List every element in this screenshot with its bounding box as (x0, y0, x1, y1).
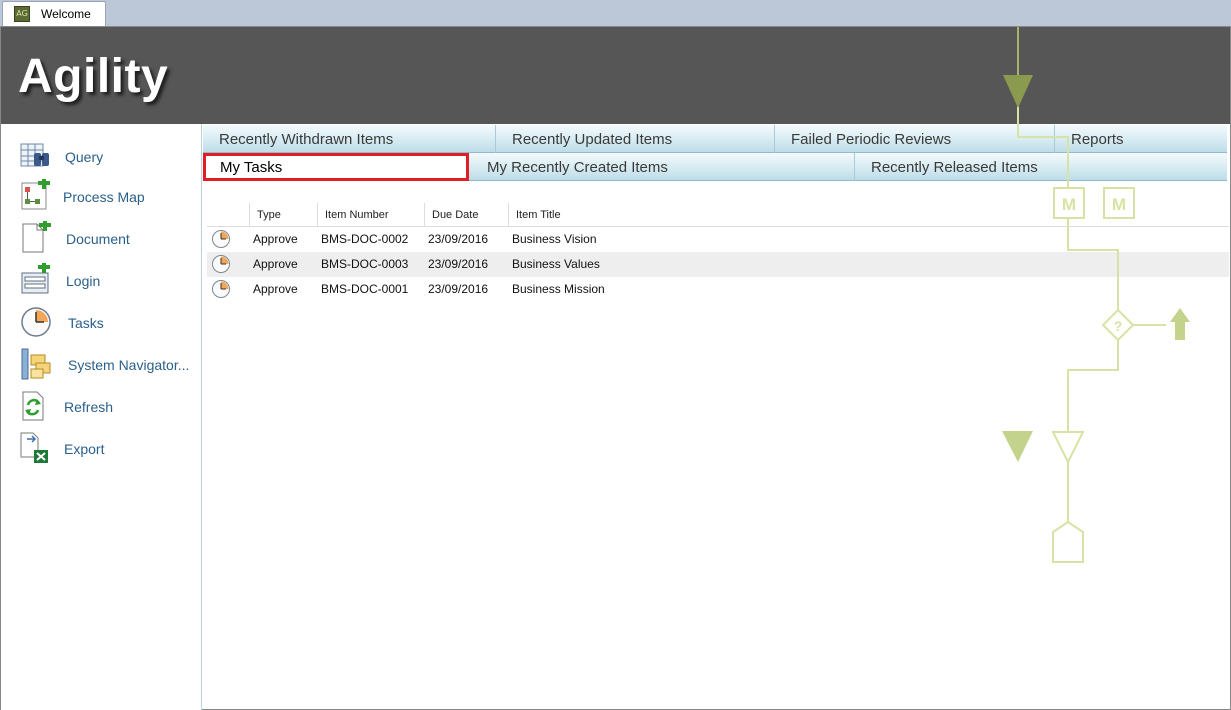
cell-type: Approve (253, 257, 298, 271)
login-icon (21, 263, 50, 294)
clock-icon (212, 280, 230, 298)
welcome-tab-label: Welcome (41, 7, 91, 21)
sidebar-item-label: Tasks (68, 315, 104, 331)
cell-item-number: BMS-DOC-0003 (321, 257, 409, 271)
sidebar-item-process-map[interactable]: Process Map (19, 179, 197, 213)
sidebar-item-system-navigator[interactable]: System Navigator... (19, 347, 197, 381)
export-excel-icon (20, 432, 48, 463)
sidebar-item-login[interactable]: Login (19, 263, 197, 297)
header-banner: Agility (1, 27, 1230, 124)
cell-due-date: 23/09/2016 (428, 257, 489, 271)
sidebar-item-label: Query (65, 149, 104, 165)
cell-item-title: Business Values (512, 257, 600, 271)
cell-type: Approve (253, 232, 298, 246)
sidebar-item-label: Document (66, 231, 130, 247)
cell-item-title: Business Mission (512, 282, 605, 296)
tab-failed-periodic-reviews[interactable]: Failed Periodic Reviews (775, 125, 1055, 153)
cell-item-title: Business Vision (512, 232, 597, 246)
tab-recently-withdrawn-items[interactable]: Recently Withdrawn Items (203, 125, 496, 153)
tab-reports[interactable]: Reports (1055, 125, 1227, 153)
clock-icon (212, 255, 230, 273)
tab-recently-updated-items[interactable]: Recently Updated Items (496, 125, 775, 153)
tab-row-1: Recently Withdrawn Items Recently Update… (203, 125, 1227, 153)
tasks-table: Type Item Number Due Date Item Title App… (207, 203, 1229, 302)
tab-my-recently-created-items[interactable]: My Recently Created Items (471, 153, 855, 181)
tab-row-2: My Tasks My Recently Created Items Recen… (203, 153, 1227, 181)
table-row[interactable]: Approve BMS-DOC-0003 23/09/2016 Business… (207, 252, 1229, 277)
cell-item-number: BMS-DOC-0001 (321, 282, 409, 296)
system-navigator-icon (21, 348, 51, 380)
clock-icon (21, 307, 51, 337)
column-header-item-number[interactable]: Item Number (317, 203, 424, 227)
sidebar-item-label: Process Map (63, 189, 145, 205)
sidebar: Query Process Map Document Login Tasks S… (1, 124, 202, 710)
sidebar-item-export[interactable]: Export (19, 431, 197, 465)
welcome-tab[interactable]: AG Welcome (2, 1, 106, 26)
sidebar-item-label: Export (64, 441, 105, 457)
column-header-icon[interactable] (207, 203, 249, 227)
sidebar-item-label: Login (66, 273, 101, 289)
document-tab-strip: AG Welcome (0, 0, 1231, 26)
cell-type: Approve (253, 282, 298, 296)
sidebar-item-query[interactable]: Query (19, 139, 197, 173)
app-title: Agility (18, 50, 169, 103)
column-header-item-title[interactable]: Item Title (508, 203, 808, 227)
new-document-icon (22, 221, 51, 253)
column-header-type[interactable]: Type (249, 203, 317, 227)
view-tabs: Recently Withdrawn Items Recently Update… (203, 124, 1230, 184)
process-map-icon (21, 179, 50, 210)
sidebar-item-tasks[interactable]: Tasks (19, 305, 197, 339)
column-header-due-date[interactable]: Due Date (424, 203, 508, 227)
refresh-icon (22, 391, 44, 421)
query-binoculars-icon (20, 143, 49, 167)
table-row[interactable]: Approve BMS-DOC-0001 23/09/2016 Business… (207, 277, 1229, 302)
clock-icon (212, 230, 230, 248)
tab-recently-released-items[interactable]: Recently Released Items (855, 153, 1227, 181)
sidebar-item-refresh[interactable]: Refresh (19, 389, 197, 423)
main-window: Agility Query Process Map Document Login… (0, 26, 1231, 710)
agility-app-icon: AG (14, 6, 30, 22)
table-row[interactable]: Approve BMS-DOC-0002 23/09/2016 Business… (207, 227, 1229, 252)
sidebar-item-label: Refresh (64, 399, 114, 415)
cell-due-date: 23/09/2016 (428, 232, 489, 246)
sidebar-item-label: System Navigator... (68, 357, 190, 373)
table-header: Type Item Number Due Date Item Title (207, 203, 1229, 227)
cell-due-date: 23/09/2016 (428, 282, 489, 296)
sidebar-item-document[interactable]: Document (19, 221, 197, 255)
tab-my-tasks[interactable]: My Tasks (203, 153, 469, 181)
cell-item-number: BMS-DOC-0002 (321, 232, 409, 246)
